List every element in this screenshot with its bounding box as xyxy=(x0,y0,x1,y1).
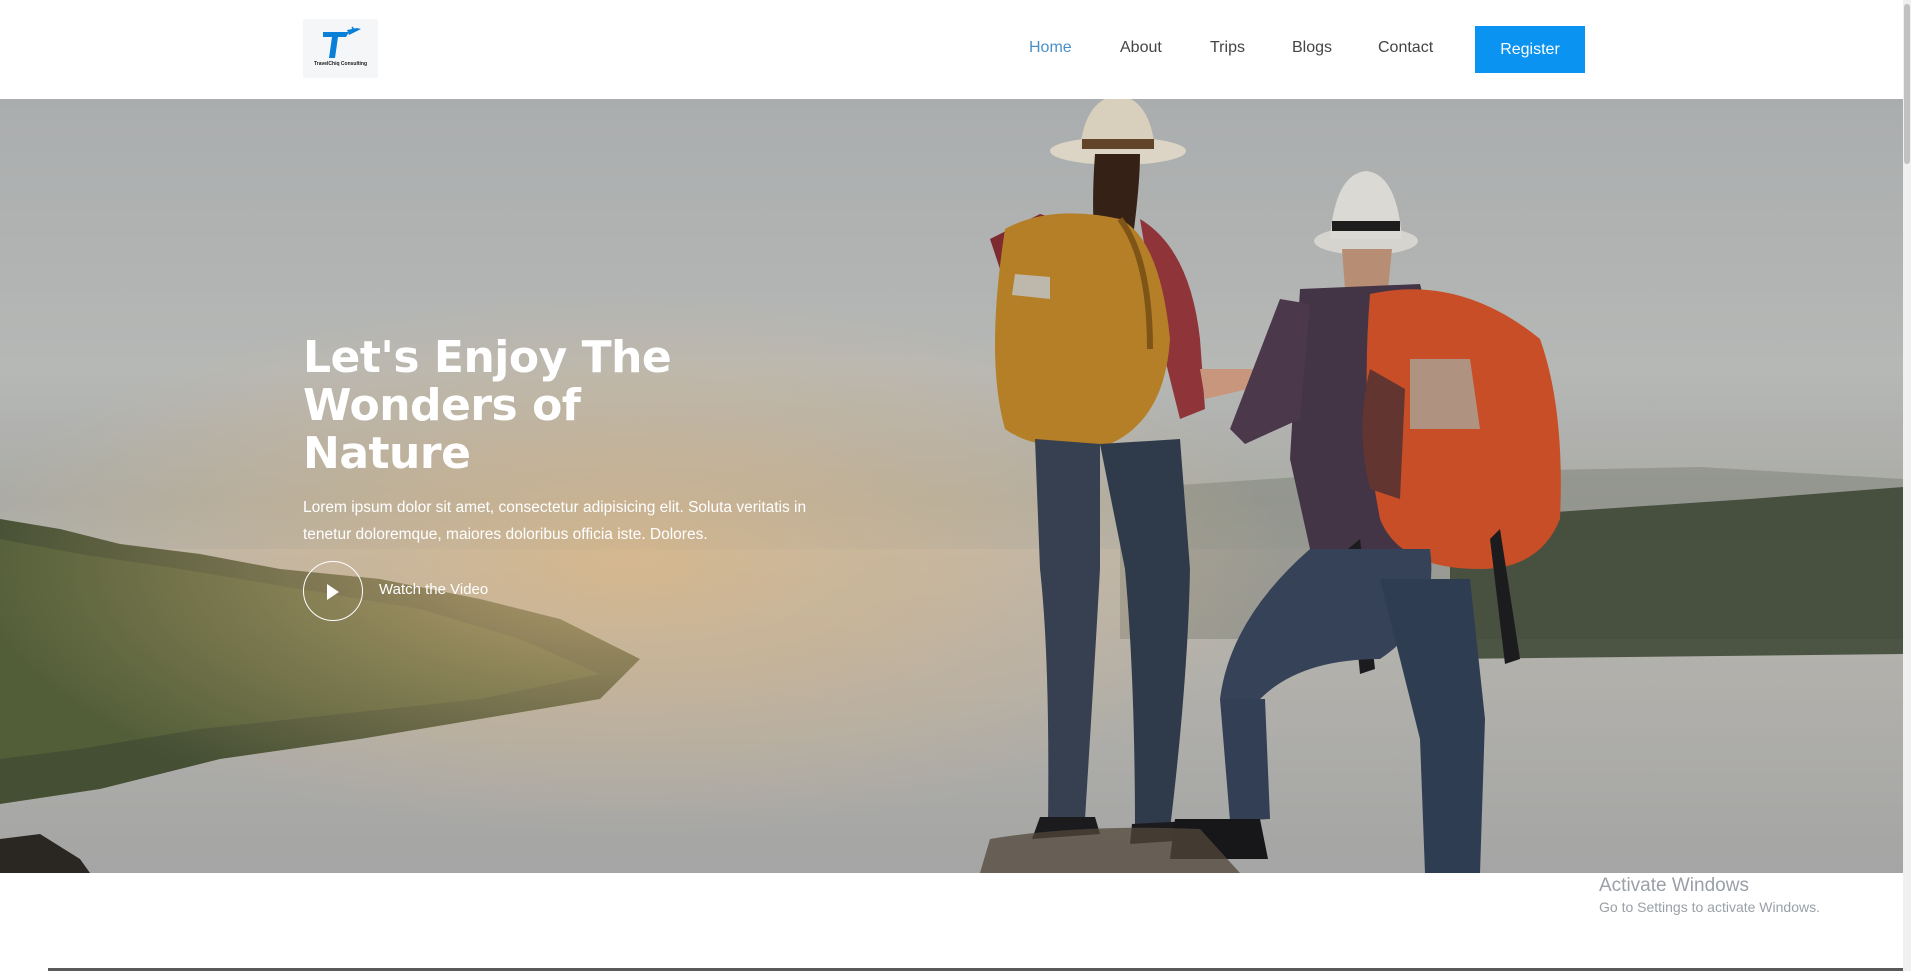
logo-text: TravelChiq Consulting xyxy=(313,61,368,67)
page-scrollbar[interactable] xyxy=(1903,0,1911,971)
hero-background-image xyxy=(0,99,1903,873)
hero-title: Let's Enjoy The Wonders of Nature xyxy=(303,332,672,479)
nav-home[interactable]: Home xyxy=(1029,39,1072,57)
nav-about[interactable]: About xyxy=(1120,39,1162,57)
scrollbar-thumb[interactable] xyxy=(1904,4,1910,164)
nav-trips[interactable]: Trips xyxy=(1210,39,1245,57)
register-button[interactable]: Register xyxy=(1475,26,1585,73)
site-logo[interactable]: TravelChiq Consulting xyxy=(303,19,378,78)
watermark-subtitle: Go to Settings to activate Windows. xyxy=(1599,899,1820,915)
nav-contact[interactable]: Contact xyxy=(1378,39,1433,57)
watch-video-link[interactable]: Watch the Video xyxy=(379,581,488,598)
nav-blogs[interactable]: Blogs xyxy=(1292,39,1332,57)
logo-plane-icon xyxy=(323,26,361,58)
watermark-title: Activate Windows xyxy=(1599,875,1749,896)
activate-windows-watermark: Activate Windows Go to Settings to activ… xyxy=(1599,875,1820,915)
play-video-button[interactable] xyxy=(303,561,363,621)
play-icon xyxy=(327,584,339,600)
hero-section: Let's Enjoy The Wonders of Nature Lorem … xyxy=(0,99,1903,873)
hero-description: Lorem ipsum dolor sit amet, consectetur … xyxy=(303,499,807,543)
site-header: TravelChiq Consulting Home About Trips B… xyxy=(0,0,1903,99)
